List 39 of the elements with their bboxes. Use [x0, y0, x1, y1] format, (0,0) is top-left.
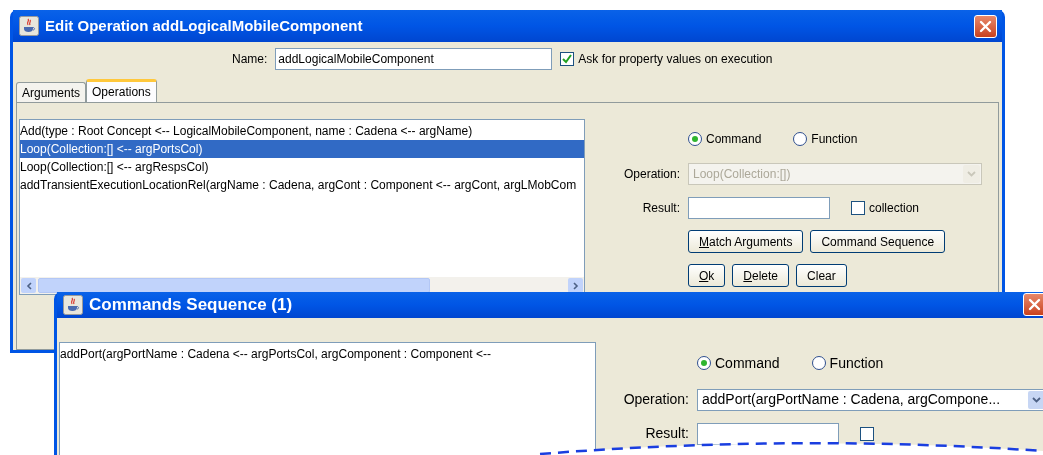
- field-label: Result:: [641, 200, 681, 217]
- name-field[interactable]: addLogicalMobileComponent: [275, 48, 553, 70]
- tab[interactable]: Operations: [86, 79, 157, 102]
- radio-option[interactable]: Command: [688, 130, 762, 148]
- field-label: Operation:: [622, 390, 690, 409]
- checkbox[interactable]: collection: [851, 199, 920, 217]
- list-item[interactable]: addTransientExecutionLocationRel(argName : Cadena, argCont : Component <-- argCont, argLMobCom: [20, 176, 584, 194]
- operation-dropdown[interactable]: addPort(argPortName : Cadena, argCompone...: [697, 388, 1043, 411]
- radio-option[interactable]: Function: [811, 352, 884, 374]
- dialog-button[interactable]: Clear: [796, 264, 847, 287]
- java-cup-icon: [19, 16, 39, 36]
- close-icon: [1028, 298, 1041, 312]
- radio-option[interactable]: Function: [793, 130, 858, 148]
- close-icon: [979, 19, 992, 33]
- close-button[interactable]: [1023, 293, 1043, 317]
- java-cup-icon: [63, 294, 83, 315]
- window-title: Edit Operation addLogicalMobileComponent: [45, 15, 363, 36]
- checkbox[interactable]: Ask for property values on execution: [560, 50, 773, 68]
- radio-option[interactable]: Command: [697, 352, 780, 374]
- close-button[interactable]: [974, 14, 997, 38]
- list-item[interactable]: Loop(Collection:[] <-- argPortsCol): [20, 140, 584, 158]
- scroll-left-icon: [21, 278, 36, 293]
- field-label: Result:: [644, 424, 690, 443]
- list-item[interactable]: addPort(argPortName : Cadena <-- argPortsCol, argComponent : Component <--: [60, 344, 595, 363]
- list-item[interactable]: Loop(Collection:[] <-- argRespsCol): [20, 158, 584, 176]
- window-title: Commands Sequence (1): [89, 294, 293, 316]
- dialog-button[interactable]: Command Sequence: [810, 230, 946, 253]
- result-field[interactable]: [697, 422, 839, 445]
- dropdown-caret-icon: [1028, 390, 1043, 409]
- dropdown-caret-icon: [963, 165, 980, 183]
- dialog-button[interactable]: Ok: [688, 264, 726, 287]
- tab[interactable]: Arguments: [16, 82, 87, 102]
- field-label: Name:: [232, 51, 268, 68]
- field-label: Operation:: [622, 166, 681, 183]
- list-item[interactable]: Add(type : Root Concept <-- LogicalMobileComponent, name : Cadena <-- argName): [20, 122, 584, 140]
- dialog-button[interactable]: Delete: [732, 264, 790, 287]
- result-field[interactable]: [688, 197, 830, 219]
- checkbox[interactable]: [860, 426, 874, 441]
- dialog-button[interactable]: Match Arguments: [688, 230, 804, 253]
